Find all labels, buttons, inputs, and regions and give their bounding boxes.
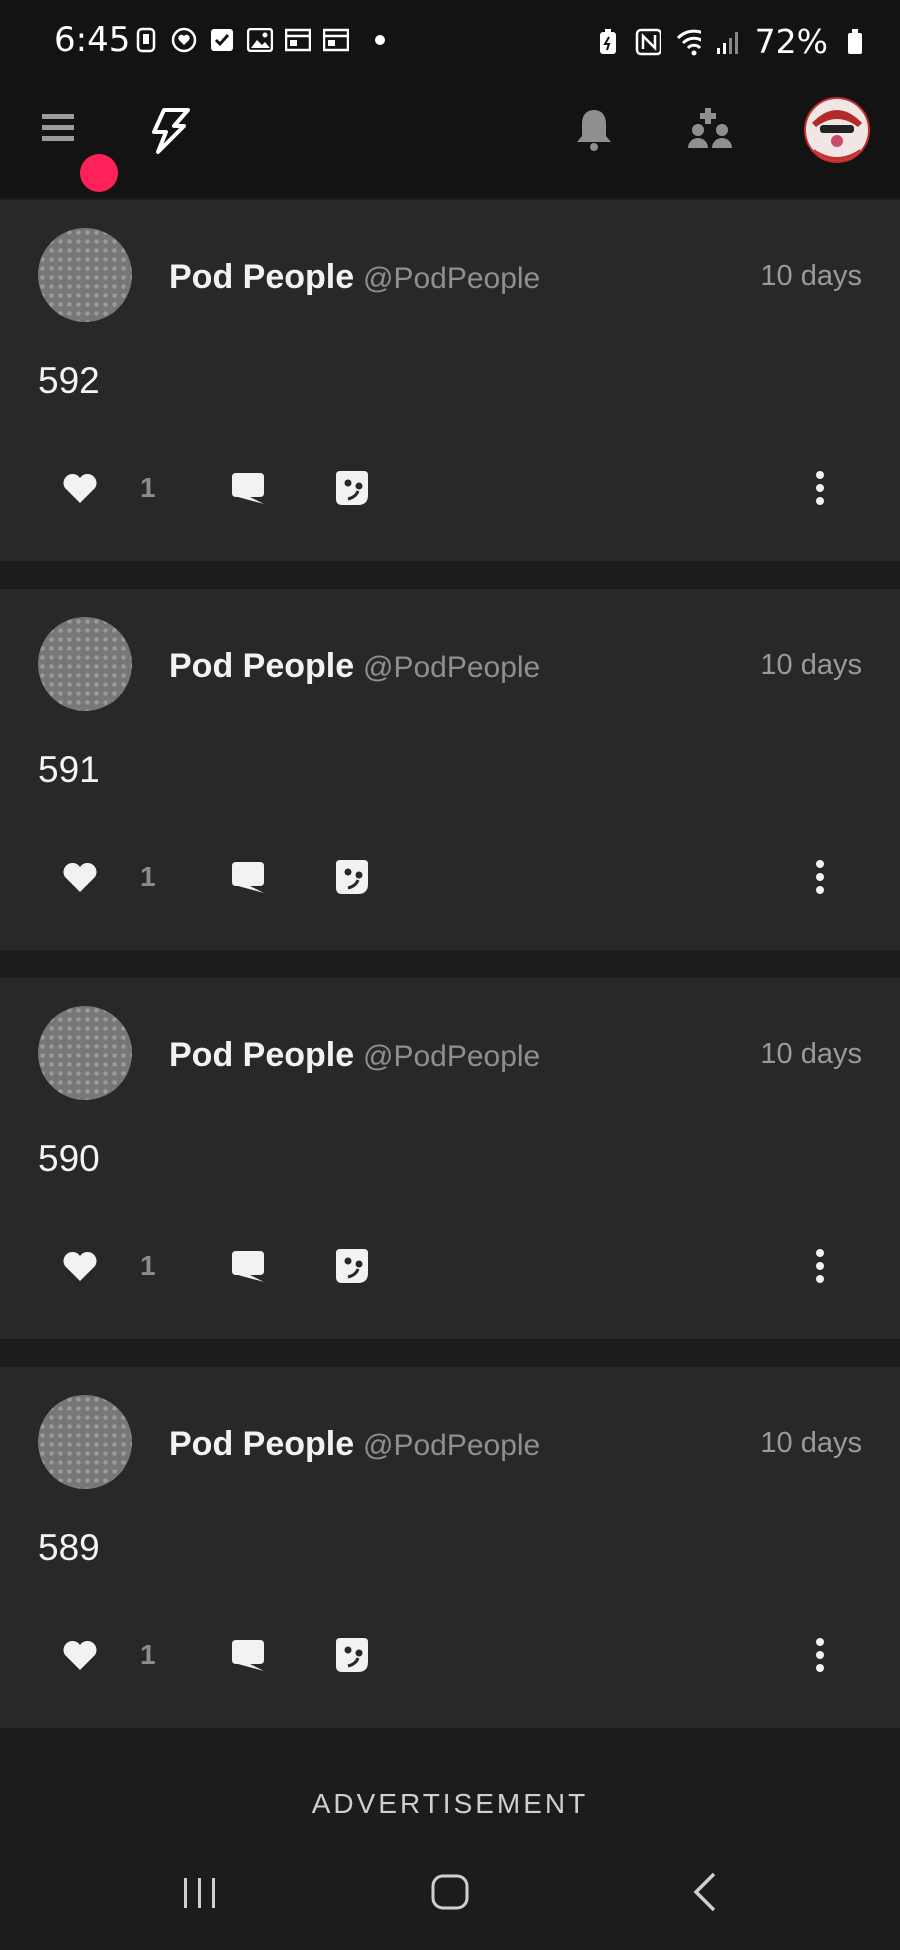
- home-icon[interactable]: [430, 1872, 470, 1912]
- status-notification-icons: [133, 26, 385, 54]
- post-author-handle[interactable]: @PodPeople: [363, 1040, 540, 1074]
- comment-icon[interactable]: [228, 1246, 268, 1286]
- battery-saver-icon: [595, 28, 621, 56]
- hamburger-menu-icon[interactable]: [40, 110, 76, 146]
- battery-icon: [842, 28, 868, 56]
- heart-icon[interactable]: [60, 1246, 100, 1286]
- post-card[interactable]: Pod People @PodPeople 10 days 591 1: [0, 589, 900, 950]
- comment-icon[interactable]: [228, 1635, 268, 1675]
- like-count: 1: [140, 1639, 156, 1670]
- wifi-icon: [675, 28, 701, 56]
- user-avatar[interactable]: [804, 97, 870, 163]
- calendar-icon: [285, 26, 311, 54]
- like-count: 1: [140, 1250, 156, 1281]
- checkbox-icon: [209, 26, 235, 54]
- repost-icon[interactable]: [332, 857, 372, 897]
- more-options-icon[interactable]: [808, 1246, 832, 1286]
- post-author-handle[interactable]: @PodPeople: [363, 262, 540, 296]
- post-author-handle[interactable]: @PodPeople: [363, 1429, 540, 1463]
- author-avatar[interactable]: [38, 617, 132, 711]
- post-feed: Pod People @PodPeople 10 days 592 1 Pod …: [0, 200, 900, 1756]
- author-avatar[interactable]: [38, 1006, 132, 1100]
- status-system-icons: 72%: [595, 22, 868, 61]
- heart-icon[interactable]: [60, 468, 100, 508]
- repost-icon[interactable]: [332, 468, 372, 508]
- more-notifications-dot: [375, 35, 385, 45]
- post-body: 589: [38, 1527, 100, 1568]
- more-options-icon[interactable]: [808, 468, 832, 508]
- post-body: 591: [38, 749, 100, 790]
- like-count: 1: [140, 861, 156, 892]
- post-author-handle[interactable]: @PodPeople: [363, 651, 540, 685]
- back-icon[interactable]: [690, 1870, 720, 1914]
- more-options-icon[interactable]: [808, 857, 832, 897]
- post-card[interactable]: Pod People @PodPeople 10 days 592 1: [0, 200, 900, 561]
- post-body: 592: [38, 360, 100, 401]
- app-header: [0, 84, 900, 198]
- repost-icon[interactable]: [332, 1246, 372, 1286]
- status-bar: 6:45 72%: [0, 0, 900, 84]
- post-author-name[interactable]: Pod People: [169, 1036, 354, 1075]
- post-body: 590: [38, 1138, 100, 1179]
- post-card[interactable]: Pod People @PodPeople 10 days 590 1: [0, 978, 900, 1339]
- status-time: 6:45: [54, 20, 131, 60]
- heart-circle-icon: [171, 26, 197, 54]
- post-card[interactable]: Pod People @PodPeople 10 days 589 1: [0, 1367, 900, 1728]
- post-author-name[interactable]: Pod People: [169, 258, 354, 297]
- nfc-icon: [635, 28, 661, 56]
- heart-icon[interactable]: [60, 857, 100, 897]
- post-timestamp: 10 days: [760, 260, 862, 292]
- post-timestamp: 10 days: [760, 1427, 862, 1459]
- lightning-logo-icon[interactable]: [148, 106, 192, 156]
- author-avatar[interactable]: [38, 1395, 132, 1489]
- image-icon: [247, 26, 273, 54]
- add-people-icon[interactable]: [688, 106, 732, 152]
- repost-icon[interactable]: [332, 1635, 372, 1675]
- post-author-name[interactable]: Pod People: [169, 647, 354, 686]
- clipboard-icon: [133, 26, 159, 54]
- post-timestamp: 10 days: [760, 1038, 862, 1070]
- author-avatar[interactable]: [38, 228, 132, 322]
- system-nav-bar: [0, 1850, 900, 1950]
- notification-badge: [80, 154, 118, 192]
- comment-icon[interactable]: [228, 468, 268, 508]
- bell-icon[interactable]: [574, 106, 614, 152]
- recent-apps-icon[interactable]: [180, 1872, 220, 1912]
- battery-percent: 72%: [754, 22, 828, 61]
- more-options-icon[interactable]: [808, 1635, 832, 1675]
- signal-icon: [715, 28, 741, 56]
- post-author-name[interactable]: Pod People: [169, 1425, 354, 1464]
- post-timestamp: 10 days: [760, 649, 862, 681]
- advertisement-label: ADVERTISEMENT: [311, 1788, 589, 1819]
- like-count: 1: [140, 472, 156, 503]
- comment-icon[interactable]: [228, 857, 268, 897]
- calendar-icon: [323, 26, 349, 54]
- heart-icon[interactable]: [60, 1635, 100, 1675]
